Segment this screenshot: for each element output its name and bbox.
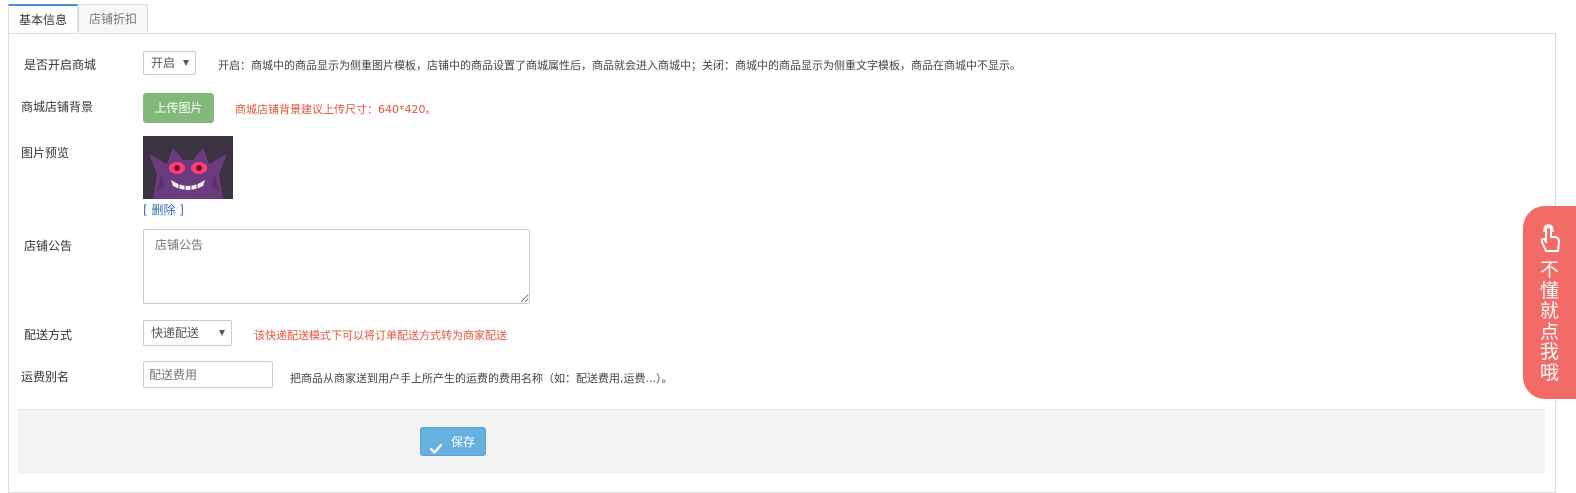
delete-image-link[interactable]: [ 删除 ] [143,201,184,218]
tab-store-discount-label: 店铺折扣 [89,12,138,26]
help-floating-tab[interactable]: 不 懂 就 点 我 哦 [1523,206,1576,399]
mall-enable-label: 是否开启商城 [24,58,97,72]
background-size-hint: 商城店铺背景建议上传尺寸：640*420。 [235,103,437,116]
mall-enable-select[interactable]: 开启 [143,51,196,75]
tab-basic-info[interactable]: 基本信息 [8,4,78,34]
delivery-selected: 快递配送 [151,326,200,340]
mall-enable-selected: 开启 [151,56,176,70]
tab-store-discount[interactable]: 店铺折扣 [78,4,148,32]
tab-basic-info-label: 基本信息 [19,13,68,27]
notice-label: 店铺公告 [24,239,73,253]
pointer-hand-icon [1537,224,1563,257]
save-button[interactable]: 保存 [420,427,486,456]
save-button-label: 保存 [451,435,476,449]
fee-alias-label: 运费别名 [21,370,70,384]
form-footer [18,409,1545,474]
chevron-down-icon [219,330,225,336]
notice-textarea[interactable] [143,229,530,304]
mall-enable-hint: 开启：商城中的商品显示为侧重图片模板，店铺中的商品设置了商城属性后，商品就会进入… [218,59,1021,72]
upload-image-button[interactable]: 上传图片 [143,93,214,123]
check-icon [429,436,443,465]
help-tab-text: 不 懂 就 点 我 哦 [1539,259,1559,384]
delivery-hint: 该快递配送模式下可以将订单配送方式转为商家配送 [254,329,507,342]
background-preview-image [143,136,233,199]
delivery-select[interactable]: 快递配送 [143,320,232,346]
fee-alias-input[interactable] [143,361,273,388]
preview-label: 图片预览 [21,146,70,160]
background-label: 商城店铺背景 [21,100,94,114]
chevron-down-icon [183,60,189,66]
delivery-label: 配送方式 [24,328,73,342]
fee-alias-hint: 把商品从商家送到用户手上所产生的运费的费用名称（如：配送费用,运费...）。 [290,372,673,385]
